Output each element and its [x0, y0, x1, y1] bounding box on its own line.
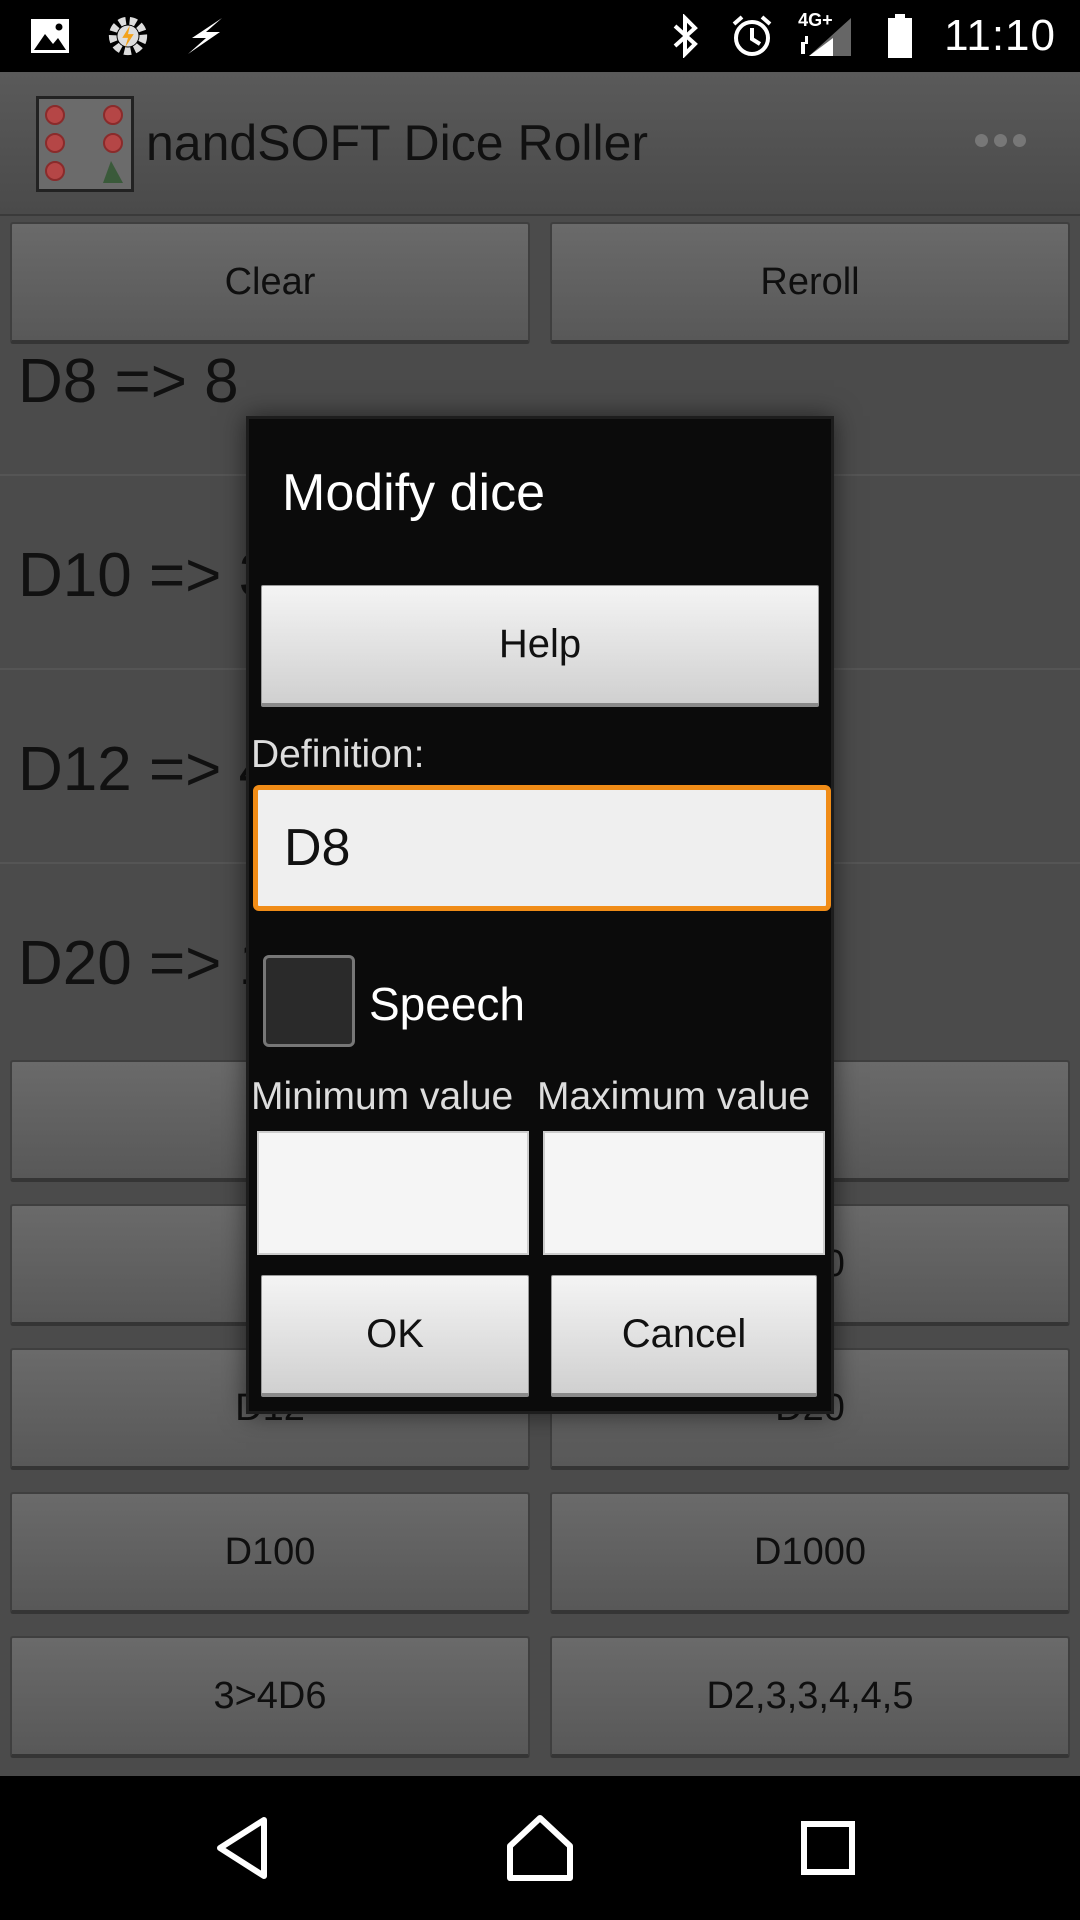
signal-icon: 4G+: [796, 10, 856, 58]
ok-button[interactable]: OK: [261, 1275, 529, 1397]
bluetooth-icon: [664, 14, 708, 58]
help-button[interactable]: Help: [261, 585, 819, 707]
dice-button-custom[interactable]: D2,3,3,4,4,5: [550, 1636, 1070, 1758]
status-bar: 4G+ 11:10: [0, 0, 1080, 72]
minimum-value-input[interactable]: [257, 1131, 529, 1255]
dice-button-3-best-of-4d6[interactable]: 3>4D6: [10, 1636, 530, 1758]
clock-time: 11:10: [944, 11, 1056, 60]
back-icon[interactable]: [206, 1812, 278, 1884]
image-icon: [28, 14, 72, 58]
maximum-value-input[interactable]: [543, 1131, 825, 1255]
result-row: D10 => 3: [18, 541, 274, 610]
maximum-value-label: Maximum value: [537, 1075, 811, 1118]
flash-icon: [184, 14, 228, 58]
dice-button-d1000[interactable]: D1000: [550, 1492, 1070, 1614]
definition-label: Definition:: [251, 733, 425, 776]
dice-button-d100[interactable]: D100: [10, 1492, 530, 1614]
result-row: D8 => 8: [18, 347, 239, 416]
reroll-button[interactable]: Reroll: [550, 222, 1070, 344]
app-logo-icon: [36, 96, 134, 192]
app-bar: nandSOFT Dice Roller: [0, 72, 1080, 216]
recents-icon[interactable]: [792, 1812, 864, 1884]
minimum-value-label: Minimum value: [251, 1075, 514, 1118]
modify-dice-dialog: Modify dice Help Definition: D8 Speech M…: [246, 416, 834, 1414]
dialog-title: Modify dice: [282, 464, 545, 522]
overflow-menu-icon[interactable]: [975, 134, 1026, 147]
network-type-label: 4G+: [798, 10, 833, 30]
app-title: nandSOFT Dice Roller: [146, 115, 649, 171]
clear-button[interactable]: Clear: [10, 222, 530, 344]
speech-checkbox[interactable]: [263, 955, 355, 1047]
alarm-icon: [730, 14, 774, 58]
battery-icon: [878, 14, 922, 58]
navigation-bar: [0, 1776, 1080, 1920]
home-icon[interactable]: [504, 1812, 576, 1884]
speech-label[interactable]: Speech: [369, 977, 525, 1031]
result-row: D12 => 4: [18, 735, 274, 804]
cancel-button[interactable]: Cancel: [551, 1275, 817, 1397]
tasker-gear-icon: [106, 14, 150, 58]
definition-input[interactable]: D8: [253, 785, 831, 911]
